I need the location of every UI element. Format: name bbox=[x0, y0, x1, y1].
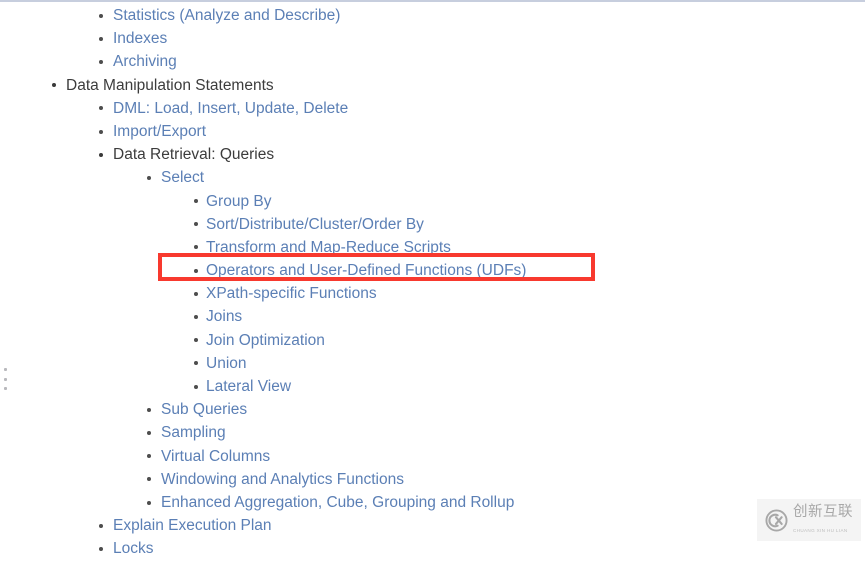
bullet-icon bbox=[194, 222, 198, 227]
toc-item-label[interactable]: Windowing and Analytics Functions bbox=[161, 468, 404, 491]
toc-link-item[interactable]: Transform and Map-Reduce Scripts bbox=[0, 236, 865, 259]
toc-item-label[interactable]: Virtual Columns bbox=[161, 445, 270, 468]
toc-item-label[interactable]: Union bbox=[206, 352, 247, 375]
toc-item-label[interactable]: Locks bbox=[113, 537, 154, 560]
bullet-icon bbox=[194, 338, 198, 343]
toc-item-label[interactable]: Enhanced Aggregation, Cube, Grouping and… bbox=[161, 491, 514, 514]
toc-link-item[interactable]: Explain Execution Plan bbox=[0, 514, 865, 537]
bullet-icon bbox=[99, 523, 103, 528]
toc-item-label[interactable]: Operators and User-Defined Functions (UD… bbox=[206, 259, 526, 282]
toc-link-item[interactable]: Indexes bbox=[0, 27, 865, 50]
watermark-pinyin-text: CHUANG XIN HU LIAN bbox=[793, 528, 848, 533]
toc-item-label[interactable]: Import/Export bbox=[113, 120, 206, 143]
bullet-icon bbox=[194, 199, 198, 204]
toc-link-item[interactable]: Import/Export bbox=[0, 120, 865, 143]
toc-item-label: Data Manipulation Statements bbox=[66, 76, 274, 94]
toc-item-label[interactable]: Joins bbox=[206, 305, 242, 328]
bullet-icon bbox=[147, 407, 151, 412]
bullet-icon bbox=[52, 83, 56, 88]
toc-item-label: Data Retrieval: Queries bbox=[113, 146, 275, 164]
toc-item-label[interactable]: Archiving bbox=[113, 50, 177, 73]
bullet-icon bbox=[99, 152, 103, 157]
toc-item-label[interactable]: Transform and Map-Reduce Scripts bbox=[206, 236, 451, 259]
toc-item-label[interactable]: DML: Load, Insert, Update, Delete bbox=[113, 97, 348, 120]
toc-link-item[interactable]: Lateral View bbox=[0, 375, 865, 398]
bullet-icon bbox=[99, 546, 103, 551]
toc-link-item[interactable]: Windowing and Analytics Functions bbox=[0, 468, 865, 491]
toc-item-label[interactable]: Sort/Distribute/Cluster/Order By bbox=[206, 213, 424, 236]
toc-link-item[interactable]: Sampling bbox=[0, 421, 865, 444]
toc-text-item: Data Manipulation Statements bbox=[0, 74, 865, 97]
toc-item-label[interactable]: XPath-specific Functions bbox=[206, 282, 377, 305]
toc-link-item[interactable]: Operators and User-Defined Functions (UD… bbox=[0, 259, 865, 282]
toc-link-item[interactable]: Sub Queries bbox=[0, 398, 865, 421]
toc-link-item[interactable]: Select bbox=[0, 166, 865, 189]
bullet-icon bbox=[99, 106, 103, 111]
toc-item-label[interactable]: Select bbox=[161, 166, 204, 189]
bullet-icon bbox=[99, 36, 103, 41]
bullet-icon bbox=[194, 361, 198, 366]
bullet-icon bbox=[147, 454, 151, 459]
circled-cx-logo-icon bbox=[765, 508, 788, 532]
toc-text-item: Data Retrieval: Queries bbox=[0, 143, 865, 166]
toc-link-item[interactable]: Join Optimization bbox=[0, 329, 865, 352]
toc-item-label[interactable]: Sampling bbox=[161, 421, 226, 444]
toc-link-item[interactable]: Virtual Columns bbox=[0, 445, 865, 468]
toc-item-label[interactable]: Join Optimization bbox=[206, 329, 325, 352]
toc-link-item[interactable]: Locks bbox=[0, 537, 865, 560]
toc-link-item[interactable]: Union bbox=[0, 352, 865, 375]
bullet-icon bbox=[194, 245, 198, 250]
watermark: 创新互联 CHUANG XIN HU LIAN bbox=[757, 499, 861, 541]
bullet-icon bbox=[99, 129, 103, 134]
toc-link-item[interactable]: Joins bbox=[0, 305, 865, 328]
bullet-icon bbox=[147, 500, 151, 505]
toc-link-item[interactable]: Enhanced Aggregation, Cube, Grouping and… bbox=[0, 491, 865, 514]
toc-item-label[interactable]: Indexes bbox=[113, 27, 167, 50]
toc-link-item[interactable]: Group By bbox=[0, 190, 865, 213]
toc-link-item[interactable]: Archiving bbox=[0, 50, 865, 73]
bullet-icon bbox=[194, 315, 198, 320]
toc-item-label[interactable]: Explain Execution Plan bbox=[113, 514, 272, 537]
bullet-icon bbox=[147, 430, 151, 435]
toc-item-label[interactable]: Lateral View bbox=[206, 375, 291, 398]
bullet-icon bbox=[194, 268, 198, 273]
bullet-icon bbox=[147, 175, 151, 180]
bullet-icon bbox=[147, 477, 151, 482]
table-of-contents: Statistics (Analyze and Describe) Indexes… bbox=[0, 0, 865, 561]
toc-link-item[interactable]: XPath-specific Functions bbox=[0, 282, 865, 305]
bullet-icon bbox=[194, 384, 198, 389]
bullet-icon bbox=[99, 59, 103, 64]
bullet-icon bbox=[99, 13, 103, 18]
toc-item-label[interactable]: Statistics (Analyze and Describe) bbox=[113, 4, 340, 27]
toc-item-label[interactable]: Group By bbox=[206, 190, 271, 213]
toc-link-item[interactable]: DML: Load, Insert, Update, Delete bbox=[0, 97, 865, 120]
toc-link-item[interactable]: Statistics (Analyze and Describe) bbox=[0, 4, 865, 27]
watermark-chinese-text: 创新互联 bbox=[793, 504, 853, 520]
bullet-icon bbox=[194, 291, 198, 296]
toc-item-label[interactable]: Sub Queries bbox=[161, 398, 247, 421]
toc-link-item[interactable]: Sort/Distribute/Cluster/Order By bbox=[0, 213, 865, 236]
